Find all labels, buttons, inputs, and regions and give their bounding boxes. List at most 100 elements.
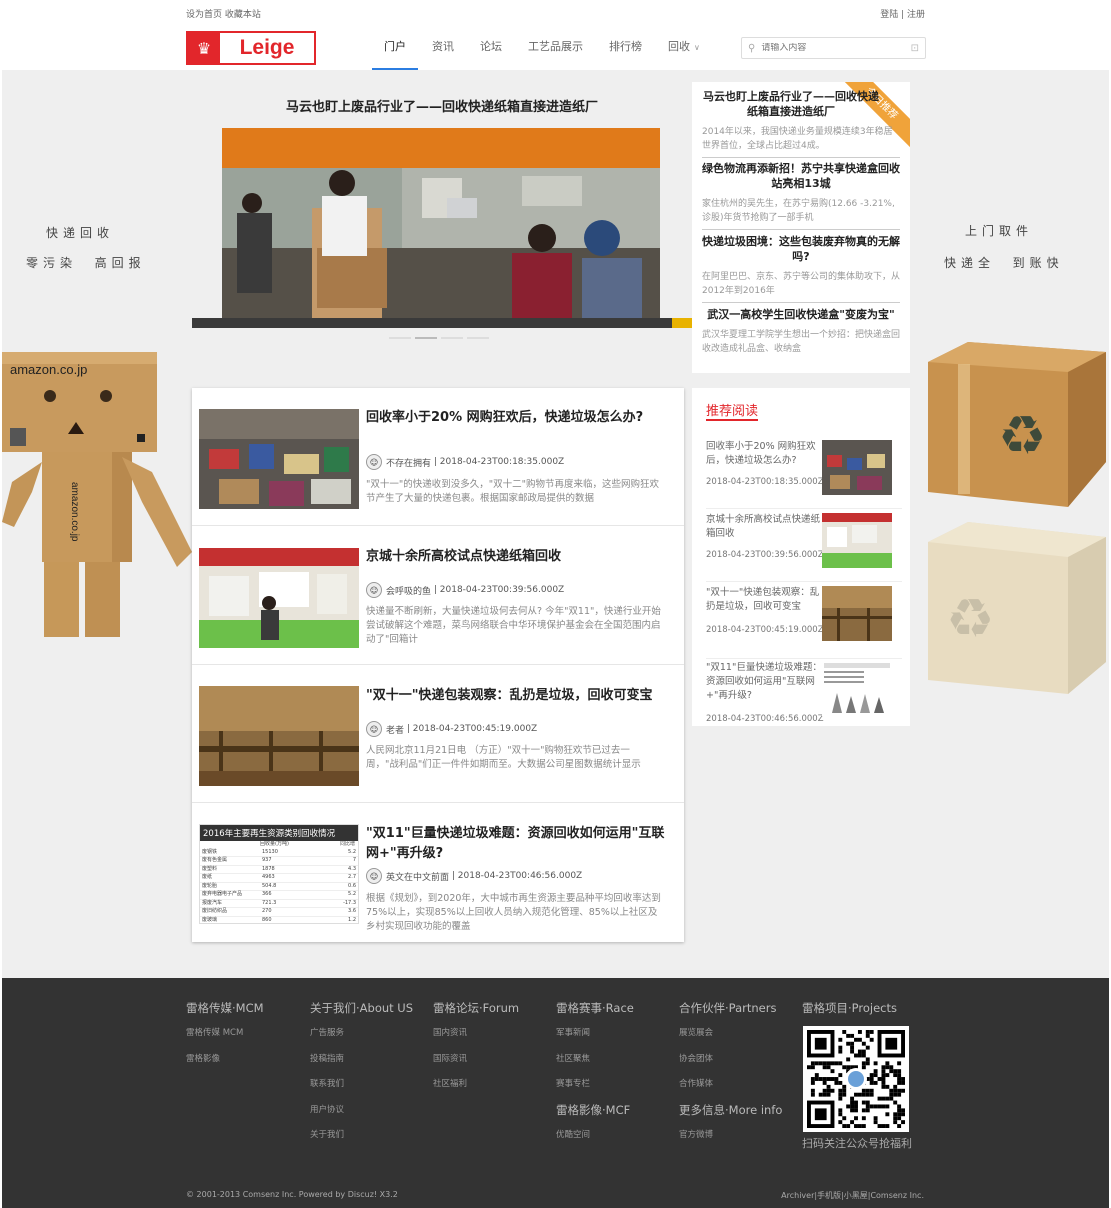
thumb-table-cell: 270 (260, 907, 321, 917)
svg-text:♻: ♻ (998, 404, 1046, 467)
thumb-table-cell: 废有色金属 (200, 856, 260, 866)
footer-link[interactable]: 合作媒体 (679, 1077, 776, 1103)
hero-dot-1[interactable] (389, 337, 411, 339)
nav-item-news[interactable]: 资讯 (420, 24, 466, 70)
hot-item-title: 绿色物流再添新招！苏宁共享快递盒回收站亮相13城 (702, 162, 900, 190)
recommend-item-title[interactable]: 回收率小于20% 网购狂欢后，快递垃圾怎么办? (706, 440, 824, 468)
bookmark-link[interactable]: 收藏本站 (225, 10, 261, 20)
meta-separator: | (404, 724, 413, 734)
footer-link[interactable]: 投稿指南 (310, 1052, 413, 1078)
footer-link[interactable]: 国内资讯 (433, 1026, 519, 1052)
recommend-item-thumbnail[interactable] (822, 440, 892, 495)
recommend-item-thumbnail[interactable] (822, 513, 892, 568)
avatar[interactable]: ☺ (366, 582, 382, 598)
recommend-item-thumbnail[interactable] (822, 661, 892, 716)
hot-item[interactable]: 武汉一高校学生回收快递盒"变废为宝" 武汉华夏理工学院学生想出一个妙招：把快递盒… (702, 307, 900, 356)
hero-dot-2[interactable] (415, 337, 437, 339)
hot-item[interactable]: 马云也盯上废品行业了——回收快递纸箱直接进造纸厂 2014年以来，我国快递业务量… (702, 89, 900, 158)
article-thumbnail[interactable] (199, 409, 359, 509)
hero-strip (192, 318, 692, 328)
thumb-table-row: 废纸 4963 2.7 (200, 873, 358, 883)
site-header: ♛ Leige 门户 资讯 论坛 工艺品展示 排行榜 回收 ∨ ⚲ ⊡ (0, 24, 1111, 70)
login-register-link[interactable]: 登陆 | 注册 (880, 7, 925, 20)
divider (702, 302, 900, 303)
thumb-table-cell: 860 (260, 916, 321, 923)
article-title[interactable]: "双11"巨量快递垃圾难题：资源回收如何运用"互联网+"再升级? (366, 824, 666, 864)
footer-link[interactable]: 用户协议 (310, 1103, 413, 1129)
nav-item-crafts[interactable]: 工艺品展示 (516, 24, 595, 70)
avatar[interactable]: ☺ (366, 868, 382, 884)
nav-item-ranking[interactable]: 排行榜 (597, 24, 654, 70)
nav-item-portal[interactable]: 门户 (372, 24, 418, 70)
article-author[interactable]: 英文在中文前面 (386, 870, 449, 883)
recommend-item-date: 2018-04-23T00:39:56.000Z (706, 550, 824, 560)
footer-link[interactable]: 雷格传媒 MCM (186, 1026, 264, 1052)
hero-photo[interactable] (222, 128, 660, 318)
article-desc: 快递量不断刷新，大量快递垃圾何去何从? 今年"双11"，快递行业开始尝试破解这个… (366, 606, 661, 645)
search-input[interactable] (761, 43, 911, 53)
thumb-table-col: 回收量(万吨) (260, 841, 289, 847)
article-thumbnail[interactable] (199, 548, 359, 648)
article-title[interactable]: 京城十余所高校试点快递纸箱回收 (366, 547, 666, 567)
footer-link[interactable]: 优酷空间 (556, 1128, 630, 1154)
footer-col-partners: 合作伙伴·Partners 展览展会 协会团体 合作媒体 (679, 1000, 776, 1103)
nav-item-recycle-label: 回收 (668, 40, 690, 53)
thumb-table-col (200, 841, 260, 849)
avatar[interactable]: ☺ (366, 454, 382, 470)
footer-link[interactable]: 展览展会 (679, 1026, 776, 1052)
article-date: 2018-04-23T00:46:56.000Z (457, 871, 583, 881)
divider (702, 157, 900, 158)
thumb-table-heading: 2016年主要再生资源类别回收情况 (200, 825, 358, 841)
nav-item-recycle[interactable]: 回收 ∨ (656, 24, 712, 70)
footer-link[interactable]: 联系我们 (310, 1077, 413, 1103)
article-author[interactable]: 老者 (386, 723, 404, 736)
article-author[interactable]: 不存在拥有 (386, 456, 431, 469)
article-title[interactable]: 回收率小于20% 网购狂欢后，快递垃圾怎么办? (366, 408, 666, 428)
search-submit-icon[interactable]: ⊡ (911, 43, 919, 54)
footer-link[interactable]: 关于我们 (310, 1128, 413, 1154)
footer-link[interactable]: 国际资讯 (433, 1052, 519, 1078)
footer-link[interactable]: 雷格影像 (186, 1052, 264, 1078)
divider (192, 525, 684, 526)
thumb-table-cell: 4.3 (320, 865, 358, 874)
article-date: 2018-04-23T00:18:35.000Z (439, 457, 565, 467)
recommend-item-title[interactable]: "双11"巨量快递垃圾难题：资源回收如何运用"互联网+"再升级? (706, 661, 824, 703)
hot-item[interactable]: 绿色物流再添新招！苏宁共享快递盒回收站亮相13城 家住杭州的吴先生，在苏宁易购(… (702, 161, 900, 230)
set-home-link[interactable]: 设为首页 (186, 10, 222, 20)
hero-dot-4[interactable] (467, 337, 489, 339)
thumb-table-cell: 366 (260, 890, 321, 900)
article-thumbnail[interactable]: 2016年主要再生资源类别回收情况 回收量(万吨) 同比增 废钢铁 15130 5.… (199, 824, 359, 924)
hero-dot-3[interactable] (441, 337, 463, 339)
footer-right-links[interactable]: Archiver|手机版|小黑屋|Comsenz Inc. (781, 1190, 924, 1201)
nav-item-forum[interactable]: 论坛 (468, 24, 514, 70)
footer-col-heading: 雷格论坛·Forum (433, 1001, 520, 1015)
recommend-item-thumbnail[interactable] (822, 586, 892, 641)
hero-title[interactable]: 马云也盯上废品行业了——回收快递纸箱直接进造纸厂 (192, 96, 692, 115)
recommend-item-title[interactable]: 京城十余所高校试点快递纸箱回收 (706, 513, 824, 541)
recommend-item-date: 2018-04-23T00:18:35.000Z (706, 477, 824, 487)
left-slogan-2: 零污染 高回报 (26, 256, 146, 270)
avatar[interactable]: ☺ (366, 721, 382, 737)
footer-link[interactable]: 军事新闻 (556, 1026, 634, 1052)
article-thumbnail[interactable] (199, 686, 359, 786)
thumb-table-row: 废塑料 1878 4.3 (200, 865, 358, 874)
hot-list-panel: 今日推荐 马云也盯上废品行业了——回收快递纸箱直接进造纸厂 2014年以来，我国… (692, 82, 910, 373)
thumb-table-cell: 0.6 (320, 882, 358, 891)
recommend-item-title[interactable]: "双十一"快递包装观察：乱扔是垃圾，回收可变宝 (706, 586, 824, 614)
article-title[interactable]: "双十一"快递包装观察：乱扔是垃圾，回收可变宝 (366, 686, 666, 706)
hot-item[interactable]: 快递垃圾困境：这些包装废弃物真的无解吗? 在阿里巴巴、京东、苏宁等公司的集体助攻… (702, 234, 900, 303)
divider (192, 664, 684, 665)
footer-link[interactable]: 官方微博 (679, 1128, 782, 1154)
thumb-table-cell: 报废汽车 (200, 899, 260, 908)
article-meta: ☺ 英文在中文前面 | 2018-04-23T00:46:56.000Z (366, 868, 582, 884)
recommend-heading: 推荐阅读 (706, 404, 759, 419)
footer-col-heading: 雷格项目·Projects (802, 1001, 897, 1015)
site-logo[interactable]: ♛ Leige (186, 31, 316, 65)
footer-link[interactable]: 社区聚焦 (556, 1052, 634, 1078)
thumb-table-cell: 3.6 (320, 907, 358, 917)
footer-link[interactable]: 社区福利 (433, 1077, 519, 1103)
article-author[interactable]: 会呼吸的鱼 (386, 584, 431, 597)
footer-link[interactable]: 赛事专栏 (556, 1077, 634, 1103)
footer-link[interactable]: 协会团体 (679, 1052, 776, 1078)
footer-link[interactable]: 广告服务 (310, 1026, 413, 1052)
